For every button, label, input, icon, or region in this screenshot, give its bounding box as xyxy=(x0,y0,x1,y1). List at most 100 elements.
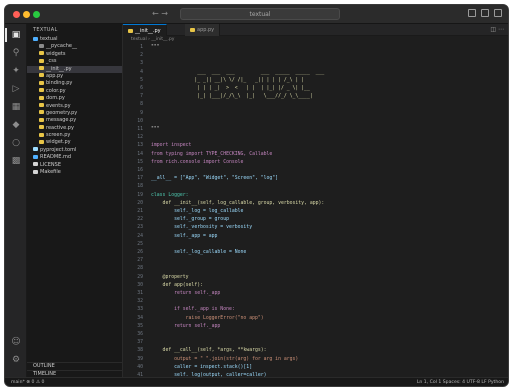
code-line: 32 xyxy=(123,298,508,306)
file-tree-item[interactable]: dom.py xyxy=(27,95,122,102)
file-tree-item[interactable]: README.md xyxy=(27,154,122,161)
file-tree-item[interactable]: _css xyxy=(27,58,122,65)
split-editor-icon[interactable]: ◫ ⋯ xyxy=(490,26,504,33)
line-number: 28 xyxy=(137,266,143,272)
status-bar: main* ⊗ 0 ⚠ 0 Ln 1, Col 1 Spaces: 4 UTF-… xyxy=(5,377,508,386)
code-text: return self._app xyxy=(151,323,221,329)
line-number: 38 xyxy=(137,348,143,354)
line-number: 33 xyxy=(137,307,143,313)
code-text: __all__ = ["App", "Widget", "Screen", "l… xyxy=(151,176,279,182)
file-type-icon xyxy=(39,88,44,93)
maximize-window-button[interactable] xyxy=(33,11,40,18)
breadcrumb[interactable]: textual › __init__.py xyxy=(123,36,508,44)
status-left[interactable]: main* ⊗ 0 ⚠ 0 xyxy=(11,378,44,386)
explorer-icon[interactable]: ▣ xyxy=(5,28,21,42)
code-editor[interactable]: 1 """ 2 3 4 ___ ___ ___ ___ _____ _____ ___ 5… xyxy=(123,44,508,377)
source-control-icon[interactable]: ✦ xyxy=(11,66,21,76)
tab-init-py[interactable]: __init__.py xyxy=(123,24,167,36)
file-tree-item[interactable]: reactive.py xyxy=(27,125,122,132)
code-line: 16 xyxy=(123,167,508,175)
file-tree-item[interactable]: color.py xyxy=(27,88,122,95)
file-tree-label: LICENSE xyxy=(40,161,61,168)
code-line: 20 def __init__(self, log_callable, grou… xyxy=(123,200,508,208)
file-type-icon xyxy=(39,139,44,144)
code-line: 36 xyxy=(123,331,508,339)
line-number: 5 xyxy=(140,77,143,83)
file-tree-item[interactable]: Makefile xyxy=(27,169,122,176)
code-line: 37 xyxy=(123,339,508,347)
file-tree-label: screen.py xyxy=(46,132,71,139)
line-number: 23 xyxy=(137,225,143,231)
timeline-section[interactable]: TIMELINE xyxy=(27,369,123,377)
toggle-sidebar-icon[interactable] xyxy=(468,9,476,17)
file-tree-label: widgets xyxy=(46,50,66,57)
file-tree-item[interactable]: LICENSE xyxy=(27,162,122,169)
line-number: 8 xyxy=(140,102,143,108)
extensions-icon[interactable]: ▦ xyxy=(11,102,21,112)
file-tree-item[interactable]: widgets xyxy=(27,51,122,58)
run-debug-icon[interactable]: ▷ xyxy=(11,84,21,94)
code-line: 21 self._log = log_callable xyxy=(123,208,508,216)
code-text: | | | _| > < | | | |_| |/ _ \| |__ xyxy=(151,86,310,91)
history-nav-arrows[interactable]: ← → xyxy=(152,9,168,18)
line-number: 11 xyxy=(137,127,143,132)
file-tree-item[interactable]: geometry.py xyxy=(27,110,122,117)
code-line: 27 xyxy=(123,257,508,265)
file-tree-item[interactable]: app.py xyxy=(27,73,122,80)
file-tree-item[interactable]: widget.py xyxy=(27,139,122,146)
line-number: 26 xyxy=(137,250,143,255)
line-number: 30 xyxy=(137,282,143,288)
tab-app-py[interactable]: app.py xyxy=(185,24,221,36)
file-tree-item[interactable]: __pycache__ xyxy=(27,43,122,50)
toggle-panel-icon[interactable] xyxy=(481,9,489,17)
file-tree-label: pyproject.toml xyxy=(40,146,77,153)
file-type-icon xyxy=(39,110,44,115)
code-text: self._log_callable = None xyxy=(151,250,247,255)
line-number: 21 xyxy=(137,209,143,214)
file-tree-item[interactable]: message.py xyxy=(27,117,122,124)
line-number: 17 xyxy=(137,176,143,182)
code-line: 25 xyxy=(123,241,508,249)
file-tree-label: app.py xyxy=(46,72,64,79)
file-tree-item[interactable]: binding.py xyxy=(27,80,122,87)
sidebar-bottom-sections: OUTLINE TIMELINE xyxy=(27,362,123,377)
line-number: 19 xyxy=(137,192,143,198)
code-line: 19 class Logger: xyxy=(123,192,508,200)
minimize-window-button[interactable] xyxy=(23,11,30,18)
line-number: 32 xyxy=(137,299,143,305)
code-line: 30 def app(self): xyxy=(123,282,508,290)
testing-icon[interactable]: ◆ xyxy=(11,120,21,130)
remote-explorer-icon[interactable]: ○ xyxy=(11,138,21,148)
file-tree-item[interactable]: textual xyxy=(27,36,122,43)
close-window-button[interactable] xyxy=(13,11,20,18)
file-tree-item[interactable]: __init__.py xyxy=(27,65,122,73)
code-line: 31 return self._app xyxy=(123,290,508,298)
code-text: self._verbosity = verbosity xyxy=(151,225,253,231)
line-number: 3 xyxy=(140,61,143,67)
explorer-sidebar: TEXTUAL textual __pycache__ widgets _css __i… xyxy=(27,24,123,377)
file-tree-item[interactable]: pyproject.toml xyxy=(27,147,122,154)
line-number: 9 xyxy=(140,110,143,116)
customize-layout-icon[interactable] xyxy=(494,9,502,17)
settings-gear-icon[interactable]: ⚙ xyxy=(11,355,21,365)
code-text: def __init__(self, log_callable, group, … xyxy=(151,200,325,206)
layout-controls xyxy=(468,9,502,17)
file-type-icon xyxy=(39,95,44,100)
code-text: ___ ___ ___ ___ _____ _____ ___ xyxy=(151,69,325,75)
docker-icon[interactable]: ▩ xyxy=(11,156,21,166)
line-number: 24 xyxy=(137,233,143,239)
account-icon[interactable]: ☺ xyxy=(11,337,21,347)
code-line: 9 xyxy=(123,110,508,118)
code-text: self._group = group xyxy=(151,217,229,223)
status-right[interactable]: Ln 1, Col 1 Spaces: 4 UTF-8 LF Python xyxy=(417,378,504,386)
file-tree-label: textual xyxy=(40,36,58,42)
command-center-search[interactable]: textual xyxy=(180,8,340,20)
search-icon[interactable]: ⚲ xyxy=(11,48,21,58)
line-number: 29 xyxy=(137,274,143,280)
code-line: 13 import inspect xyxy=(123,142,508,150)
file-tree-item[interactable]: screen.py xyxy=(27,132,122,139)
line-number: 31 xyxy=(137,291,143,296)
file-tree-item[interactable]: events.py xyxy=(27,103,122,110)
file-type-icon xyxy=(33,162,38,167)
outline-section[interactable]: OUTLINE xyxy=(27,362,123,369)
